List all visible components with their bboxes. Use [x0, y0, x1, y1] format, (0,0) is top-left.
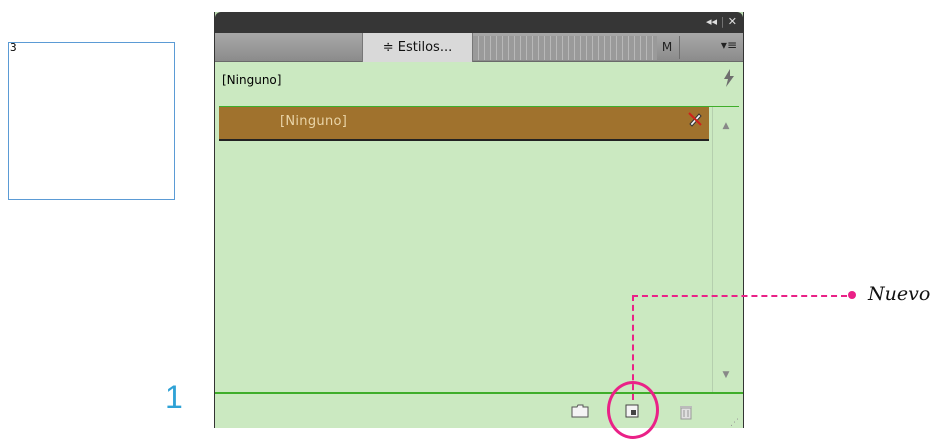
resize-grip-icon[interactable]: ⋰ — [730, 418, 739, 428]
frame-label: 3 — [10, 41, 17, 54]
new-group-folder-icon[interactable] — [571, 404, 589, 422]
callout-dot — [848, 291, 856, 299]
list-scrollbar[interactable]: ▲ ▼ — [712, 107, 739, 392]
tab-strip-filler — [473, 36, 657, 60]
panel-bottom-bar: ⋰ — [215, 392, 743, 428]
list-item[interactable]: [Ninguno] — [219, 107, 709, 141]
styles-panel: ◂◂ | ✕ ≑ Estilos... M ▾≡ [Ninguno] [Ning… — [214, 12, 744, 428]
collapse-icon[interactable]: ◂◂ — [706, 15, 717, 28]
current-style-label: [Ninguno] — [222, 73, 282, 87]
scroll-down-icon[interactable]: ▼ — [713, 370, 739, 380]
text-frame[interactable]: 3 — [8, 41, 175, 200]
callout-line-horizontal — [632, 295, 847, 297]
tab-estilos-label: ≑ Estilos... — [382, 40, 453, 55]
panel-titlebar: ◂◂ | ✕ — [215, 12, 743, 33]
panel-tabbar: ≑ Estilos... M ▾≡ — [215, 33, 743, 62]
panel-content: [Ninguno] [Ninguno] ▲ ▼ ⋰ — [215, 62, 743, 428]
no-edit-pencil-icon — [687, 111, 703, 131]
tab-m[interactable]: M — [657, 33, 677, 61]
list-item-label: [Ninguno] — [280, 114, 348, 129]
panel-menu-icon[interactable]: ▾≡ — [721, 38, 737, 52]
trash-icon[interactable] — [679, 404, 693, 424]
tab-separator — [679, 36, 680, 59]
close-icon[interactable]: ✕ — [728, 15, 737, 28]
tab-estilos[interactable]: ≑ Estilos... — [362, 33, 473, 62]
styles-list: [Ninguno] ▲ ▼ — [219, 106, 739, 392]
scroll-up-icon[interactable]: ▲ — [713, 121, 739, 131]
callout-highlight-ring — [607, 381, 659, 439]
tab-m-label: M — [661, 40, 673, 54]
callout-label: Nuevo — [868, 283, 931, 305]
step-number: 1 — [165, 379, 183, 415]
lightning-icon[interactable] — [723, 69, 735, 92]
